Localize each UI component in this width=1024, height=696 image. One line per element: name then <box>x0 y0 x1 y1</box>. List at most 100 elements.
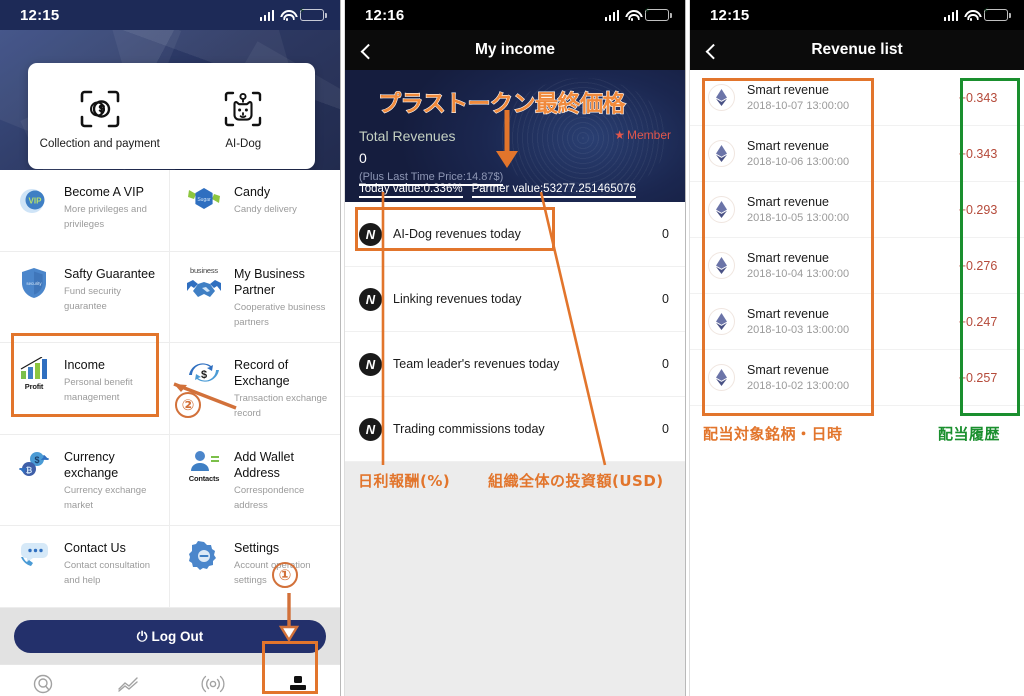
status-icons: ⚡ <box>259 6 327 21</box>
smart-revenue-row[interactable]: Smart revenue 2018-10-02 13:00:00 +0.257 <box>690 350 1024 406</box>
smart-revenue-row[interactable]: Smart revenue 2018-10-05 13:00:00 +0.293 <box>690 182 1024 238</box>
tab-assets[interactable]: Assets <box>0 665 85 696</box>
tile-become-a-vip[interactable]: VIP Become A VIP More privileges and pri… <box>0 170 170 252</box>
smart-revenue-amount: +0.257 <box>958 370 998 385</box>
svg-text:Sugar: Sugar <box>197 197 211 203</box>
battery-charging-icon: ⚡ <box>983 6 1011 21</box>
smart-revenue-amount: +0.343 <box>958 90 998 105</box>
smart-revenue-title: Smart revenue <box>747 139 829 153</box>
bar-chart-profit-caption: Profit <box>24 382 44 392</box>
tile-contact-us[interactable]: Contact Us Contact consultation and help <box>0 526 170 609</box>
tile-text: Candy Candy delivery <box>234 183 297 218</box>
star-icon: ★ <box>614 128 625 142</box>
smart-revenue-date: 2018-10-06 13:00:00 <box>747 156 850 168</box>
tile-title: Currency exchange <box>64 449 119 480</box>
marker-two: ② <box>175 392 201 418</box>
smart-revenue-text: Smart revenue 2018-10-06 13:00:00 <box>747 139 920 168</box>
ai-dog-button[interactable]: AI-Dog <box>172 63 316 169</box>
marker-one: ① <box>272 562 298 588</box>
signal-bars-icon <box>943 9 958 21</box>
log-out-button[interactable]: ⏻ Log Out <box>14 620 326 654</box>
svg-text:₿: ₿ <box>26 466 33 475</box>
smart-revenue-date: 2018-10-03 13:00:00 <box>747 324 850 336</box>
tile-add-wallet-address[interactable]: Contacts Add Wallet Address Corresponden… <box>170 434 340 527</box>
gear-icon <box>183 539 225 572</box>
tile-desc: Candy delivery <box>234 204 297 215</box>
today-value: Today value:0.336% <box>359 183 463 198</box>
smart-revenue-list: Smart revenue 2018-10-07 13:00:00 +0.343… <box>690 70 1024 406</box>
page-title: Revenue list <box>811 41 903 58</box>
tile-candy[interactable]: Sugar Candy Candy delivery <box>170 170 340 252</box>
bar-chart-profit-icon: Profit <box>13 356 55 391</box>
battery-charging-icon: ⚡ <box>644 6 672 21</box>
status-time: 12:16 <box>365 6 405 24</box>
smart-revenue-row[interactable]: Smart revenue 2018-10-04 13:00:00 +0.276 <box>690 238 1024 294</box>
tile-title: Add Wallet Address <box>234 449 294 480</box>
panel-revenue-list: 12:15 ⚡ Revenue list Smart revenue 2018-… <box>690 0 1024 696</box>
back-chevron-icon[interactable] <box>705 43 722 60</box>
tile-text: Record of Exchange Transaction exchange … <box>234 356 332 421</box>
tab-me[interactable]: I <box>255 665 340 696</box>
smart-revenue-text: Smart revenue 2018-10-04 13:00:00 <box>747 251 920 280</box>
annotation-org-investment: 組織全体の投資額(USD) <box>488 472 664 490</box>
tile-desc: Fund security guarantee <box>64 286 122 312</box>
contact-person-icon: Contacts <box>183 448 225 483</box>
tile-text: Safty Guarantee Fund security guarantee <box>64 265 161 314</box>
tile-income[interactable]: Profit Income Personal benefit managemen… <box>0 343 170 435</box>
profile-hero-banner: Collection and payment AI-Dog <box>0 30 340 170</box>
revenue-row-trading-commissions[interactable]: N Trading commissions today 0 <box>345 397 685 462</box>
tile-text: Become A VIP More privileges and privile… <box>64 183 161 232</box>
revenue-row-label: AI-Dog revenues today <box>393 227 521 241</box>
battery-charging-icon: ⚡ <box>299 6 327 21</box>
tile-title: Contact Us <box>64 541 126 556</box>
find-broadcast-icon <box>201 676 224 693</box>
total-revenues-label: Total Revenues <box>359 128 456 144</box>
tile-safty-guarantee[interactable]: security Safty Guarantee Fund security g… <box>0 252 170 344</box>
revenue-row-value: 0 <box>662 292 669 306</box>
tile-title: My Business Partner <box>234 267 305 297</box>
revenue-row-value: 0 <box>662 357 669 371</box>
smart-revenue-text: Smart revenue 2018-10-02 13:00:00 <box>747 363 920 392</box>
smart-revenue-title: Smart revenue <box>747 363 829 377</box>
tile-title: Settings <box>234 541 280 556</box>
collection-and-payment-label: Collection and payment <box>39 137 160 150</box>
back-chevron-icon[interactable] <box>360 43 377 60</box>
collection-and-payment-button[interactable]: Collection and payment <box>28 63 172 169</box>
revenue-row-ai-dog[interactable]: N AI-Dog revenues today 0 <box>345 202 685 267</box>
empty-area <box>345 462 685 696</box>
svg-text:$: $ <box>201 369 207 381</box>
revenue-row-team-leader[interactable]: N Team leader's revenues today 0 <box>345 332 685 397</box>
revenue-row-label: Linking revenues today <box>393 292 522 306</box>
smart-revenue-row[interactable]: Smart revenue 2018-10-03 13:00:00 +0.247 <box>690 294 1024 350</box>
revenue-row-label: Team leader's revenues today <box>393 357 560 371</box>
panel-my-income: 12:16 ⚡ My income Total Revenues 0 (Plus… <box>345 0 685 696</box>
handshake-icon: business <box>183 265 225 300</box>
flag-badge-icon: N <box>359 352 382 376</box>
revenue-row-linking[interactable]: N Linking revenues today 0 <box>345 267 685 332</box>
member-label: Member <box>626 128 671 142</box>
status-bar: 12:16 ⚡ <box>345 0 685 30</box>
smart-revenue-row[interactable]: Smart revenue 2018-10-07 13:00:00 +0.343 <box>690 70 1024 126</box>
tab-find[interactable]: Find <box>170 665 255 696</box>
tile-text: Add Wallet Address Correspondence addres… <box>234 448 332 513</box>
tile-settings[interactable]: Settings Account operation settings <box>170 526 340 609</box>
tile-desc: Contact consultation and help <box>64 560 151 587</box>
smart-revenue-amount: +0.343 <box>958 146 998 161</box>
contact-person-caption: Contacts <box>188 473 220 483</box>
tile-currency-exchange[interactable]: $ ₿ Currency exchange Currency exchange … <box>0 434 170 527</box>
smart-revenue-row[interactable]: Smart revenue 2018-10-06 13:00:00 +0.343 <box>690 126 1024 182</box>
ethereum-icon <box>708 196 735 223</box>
tile-title: Become A VIP <box>64 185 144 199</box>
scan-dog-icon <box>225 91 262 126</box>
signal-bars-icon <box>259 9 274 21</box>
tile-record-of-exchange[interactable]: $ Record of Exchange Transaction exchang… <box>170 343 340 435</box>
smart-revenue-amount: +0.293 <box>958 202 998 217</box>
revenue-row-label: Trading commissions today <box>393 422 545 436</box>
tile-my-business-partner[interactable]: business My Business Partner Cooperative… <box>170 252 340 344</box>
tile-desc: Transaction exchange record <box>234 393 328 420</box>
bottom-tab-bar: Assets Quotation Find <box>0 664 340 696</box>
panel-profile-menu: 12:15 ⚡ Collection and payment AI-Dog VI… <box>0 0 340 696</box>
tab-quotation[interactable]: Quotation <box>85 665 170 696</box>
status-bar: 12:15 ⚡ <box>0 0 340 30</box>
revenue-row-value: 0 <box>662 422 669 436</box>
